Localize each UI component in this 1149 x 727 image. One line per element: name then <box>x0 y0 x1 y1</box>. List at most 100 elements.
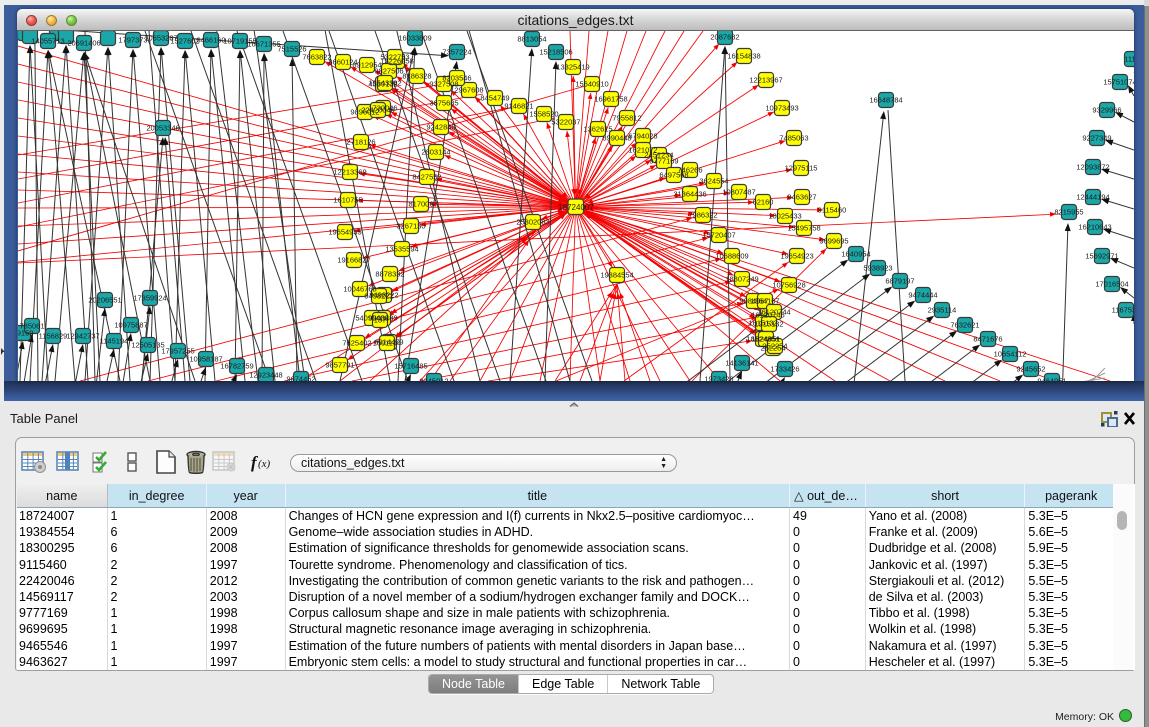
svg-text:12923448: 12923448 <box>249 371 282 380</box>
svg-text:6466160: 6466160 <box>196 36 225 45</box>
svg-text:5938923: 5938923 <box>863 264 892 273</box>
svg-text:12213967: 12213967 <box>749 76 782 85</box>
svg-text:17359924: 17359924 <box>133 294 166 303</box>
svg-text:16671355: 16671355 <box>247 40 280 49</box>
svg-text:1527602: 1527602 <box>170 37 199 46</box>
svg-text:5322753: 5322753 <box>380 53 409 62</box>
svg-text:15751074: 15751074 <box>1103 78 1134 87</box>
svg-text:1117: 1117 <box>1124 55 1134 64</box>
svg-text:8471676: 8471676 <box>973 335 1002 344</box>
svg-text:7986322: 7986322 <box>688 211 717 220</box>
svg-text:10654112: 10654112 <box>994 350 1027 359</box>
svg-text:18807249: 18807249 <box>725 275 758 284</box>
svg-text:12505135: 12505135 <box>131 341 164 350</box>
svg-text:9699695: 9699695 <box>819 237 848 246</box>
svg-text:15720407: 15720407 <box>702 231 735 240</box>
svg-text:1973426: 1973426 <box>704 375 733 382</box>
svg-text:1691144: 1691144 <box>373 339 402 348</box>
svg-text:15218506: 15218506 <box>539 48 572 57</box>
svg-text:25302083: 25302083 <box>516 218 549 227</box>
svg-text:16782759: 16782759 <box>220 362 253 371</box>
svg-text:10975887: 10975887 <box>114 321 147 330</box>
svg-text:1145194: 1145194 <box>100 337 129 346</box>
svg-text:13325419: 13325419 <box>556 63 589 72</box>
svg-text:137: 137 <box>374 316 387 325</box>
svg-text:9245012: 9245012 <box>419 377 448 382</box>
svg-text:19166827: 19166827 <box>337 256 370 265</box>
svg-text:10025433: 10025433 <box>768 212 801 221</box>
svg-text:1167534: 1167534 <box>1112 306 1134 315</box>
svg-text:9115460: 9115460 <box>818 206 847 215</box>
svg-text:9857791: 9857791 <box>325 361 354 370</box>
svg-text:7663822: 7663822 <box>302 53 331 62</box>
svg-text:8203546: 8203546 <box>442 74 471 83</box>
svg-text:10973493: 10973493 <box>765 104 798 113</box>
svg-text:20053346: 20053346 <box>146 124 179 133</box>
svg-text:8990448: 8990448 <box>602 134 631 143</box>
svg-text:817006: 817006 <box>408 200 433 209</box>
svg-text:8912954: 8912954 <box>352 61 381 70</box>
svg-text:12213369: 12213369 <box>333 168 366 177</box>
svg-text:9463627: 9463627 <box>787 193 816 202</box>
svg-text:5322037: 5322037 <box>551 118 580 127</box>
svg-text:14055713: 14055713 <box>31 37 64 46</box>
svg-text:15692971: 15692971 <box>1085 252 1118 261</box>
svg-text:9227349: 9227349 <box>1082 134 1111 143</box>
svg-text:2967608: 2967608 <box>454 86 483 95</box>
svg-text:17016504: 17016504 <box>1095 280 1128 289</box>
svg-text:1733426: 1733426 <box>770 365 799 374</box>
svg-text:18724007: 18724007 <box>558 203 594 212</box>
svg-text:16120744: 16120744 <box>757 308 790 317</box>
svg-text:14136141: 14136141 <box>725 359 758 368</box>
svg-text:9245652: 9245652 <box>1016 365 1045 374</box>
svg-text:252254: 252254 <box>762 342 787 351</box>
svg-text:7632621: 7632621 <box>950 321 979 330</box>
svg-text:9242848: 9242848 <box>426 123 455 132</box>
svg-text:8427552: 8427552 <box>412 173 441 182</box>
svg-text:16033809: 16033809 <box>398 34 431 43</box>
svg-text:12975115: 12975115 <box>785 164 818 173</box>
svg-text:3267130: 3267130 <box>396 222 425 231</box>
svg-text:8878332: 8878332 <box>375 270 404 279</box>
svg-text:9777169: 9777169 <box>649 157 678 166</box>
svg-text:15640910: 15640910 <box>575 80 608 89</box>
svg-text:9674452: 9674452 <box>286 375 315 382</box>
svg-text:19654923: 19654923 <box>780 252 813 261</box>
svg-text:1156829: 1156829 <box>39 332 68 341</box>
svg-text:16961758: 16961758 <box>594 95 627 104</box>
svg-text:10688609: 10688609 <box>715 252 748 261</box>
svg-text:8215955: 8215955 <box>1054 208 1083 217</box>
svg-text:10958187: 10958187 <box>189 355 222 364</box>
svg-text:15495758: 15495758 <box>787 224 820 233</box>
svg-text:7625402: 7625402 <box>342 339 371 348</box>
svg-text:1915132: 1915132 <box>754 320 783 329</box>
svg-text:6497568: 6497568 <box>659 171 688 180</box>
svg-text:22420046: 22420046 <box>361 106 394 115</box>
svg-text:8813054: 8813054 <box>517 35 546 44</box>
svg-text:10756928: 10756928 <box>772 281 805 290</box>
svg-text:13535594: 13535594 <box>385 245 418 254</box>
svg-text:7485063: 7485063 <box>779 134 808 143</box>
svg-text:10807487: 10807487 <box>722 188 755 197</box>
svg-text:16154838: 16154838 <box>727 52 760 61</box>
svg-text:2803144: 2803144 <box>421 148 450 157</box>
svg-text:9474444: 9474444 <box>908 291 937 300</box>
svg-text:12942737: 12942737 <box>66 332 99 341</box>
svg-text:2935114: 2935114 <box>928 306 957 315</box>
svg-text:2718126: 2718126 <box>346 138 375 147</box>
svg-text:7357224: 7357224 <box>442 48 471 57</box>
svg-text:19654935: 19654935 <box>328 228 361 237</box>
svg-text:20206551: 20206551 <box>88 296 121 305</box>
svg-text:3624554: 3624554 <box>699 177 728 186</box>
svg-text:1362615: 1362615 <box>583 125 612 134</box>
svg-text:6794028: 6794028 <box>628 132 657 141</box>
svg-text:1064167: 1064167 <box>750 297 779 306</box>
svg-text:15716485: 15716485 <box>394 362 427 371</box>
svg-text:2087682: 2087682 <box>710 33 739 42</box>
svg-text:19384554: 19384554 <box>600 271 633 280</box>
svg-text:1610755: 1610755 <box>333 196 362 205</box>
svg-text:6879197: 6879197 <box>885 277 914 286</box>
svg-text:21364436: 21364436 <box>673 190 706 199</box>
svg-text:16648784: 16648784 <box>869 96 902 105</box>
svg-text:8186328: 8186328 <box>402 72 431 81</box>
